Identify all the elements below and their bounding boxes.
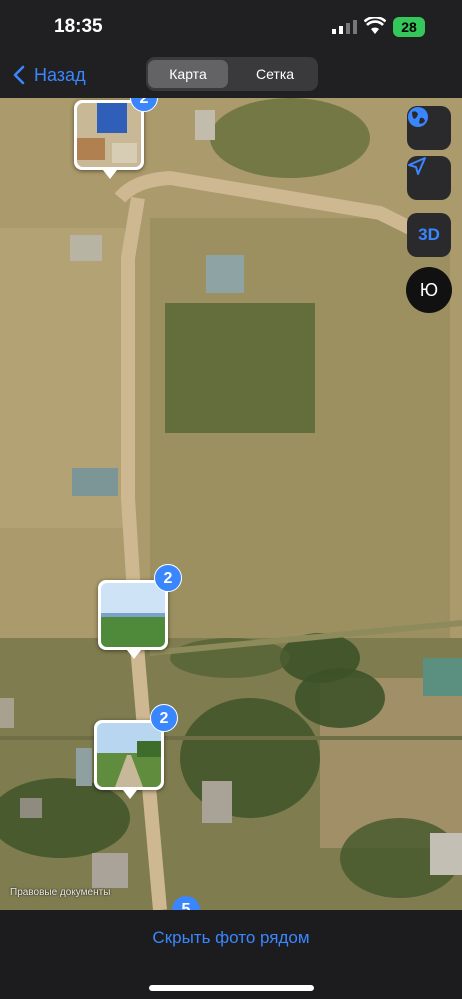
back-label: Назад xyxy=(34,64,86,85)
pin-pointer xyxy=(103,170,117,179)
pin-pointer xyxy=(127,650,141,659)
battery-indicator: 28 xyxy=(393,17,425,37)
photo-thumbnail xyxy=(101,583,165,647)
satellite-map[interactable]: 2 2 2 5 3D Ю Правовые документы xyxy=(0,98,462,910)
photo-count-badge: 2 xyxy=(154,564,182,592)
location-arrow-icon xyxy=(408,157,426,175)
navigation-bar: Назад Карта Сетка xyxy=(0,52,462,98)
legal-link[interactable]: Правовые документы xyxy=(10,887,110,898)
view-segmented-control: Карта Сетка xyxy=(146,57,318,91)
back-button[interactable]: Назад xyxy=(12,63,86,87)
photo-pin[interactable]: 2 xyxy=(74,98,158,179)
clock: 18:35 xyxy=(54,16,103,37)
pin-pointer xyxy=(123,790,137,799)
segment-grid[interactable]: Сетка xyxy=(234,60,316,88)
chevron-left-icon xyxy=(13,65,25,85)
satellite-imagery xyxy=(0,98,462,910)
photo-pin[interactable]: 2 xyxy=(98,564,182,659)
bottom-bar: Скрыть фото рядом xyxy=(0,910,462,999)
segment-map[interactable]: Карта xyxy=(148,60,228,88)
photo-pin[interactable]: 2 xyxy=(94,704,178,799)
home-indicator xyxy=(149,985,314,991)
wifi-icon xyxy=(364,17,386,34)
status-bar: 18:35 28 xyxy=(0,0,462,52)
photo-thumbnail xyxy=(97,723,161,787)
globe-icon xyxy=(408,107,428,127)
photo-count-badge: 2 xyxy=(150,704,178,732)
hide-nearby-photos-button[interactable]: Скрыть фото рядом xyxy=(0,928,462,948)
cellular-signal-icon xyxy=(332,20,357,34)
compass-button[interactable]: Ю xyxy=(406,267,452,313)
photo-thumbnail xyxy=(77,103,141,167)
globe-button[interactable] xyxy=(407,106,451,150)
locate-button[interactable] xyxy=(407,156,451,200)
3d-toggle-button[interactable]: 3D xyxy=(407,213,451,257)
compass-label: Ю xyxy=(419,279,439,300)
